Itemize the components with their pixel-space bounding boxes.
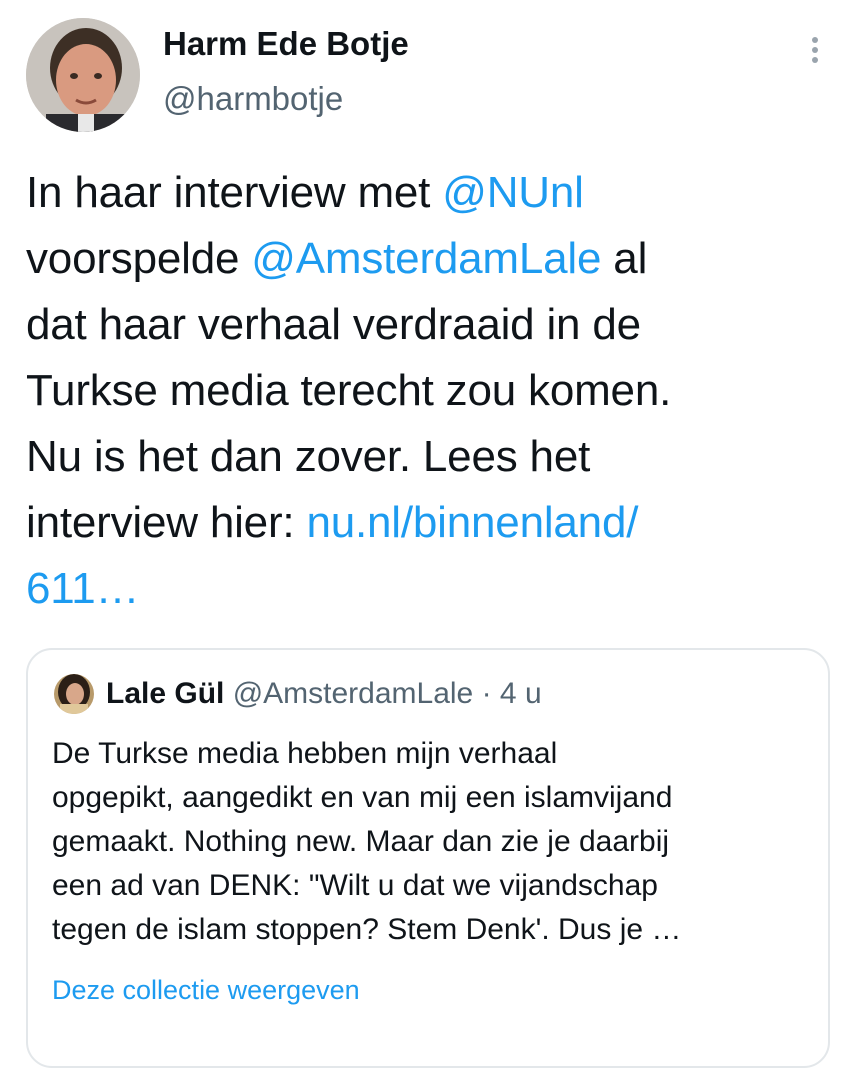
tweet-text-segment: al — [601, 234, 648, 283]
quoted-text-line: een ad van DENK: "Wilt u dat we vijandsc… — [52, 869, 658, 902]
quoted-author-name[interactable]: Lale Gül — [106, 677, 224, 710]
mention-link[interactable]: @NUnl — [442, 168, 584, 217]
tweet-text: In haar interview met @NUnl voorspelde @A… — [26, 160, 836, 622]
tweet-text-line: Nu is het dan zover. Lees het — [26, 424, 836, 490]
url-link[interactable]: 611… — [26, 564, 140, 613]
quoted-text-line: De Turkse media hebben mijn verhaal — [52, 737, 558, 770]
tweet-text-segment: Nu is het dan zover. Lees het — [26, 432, 591, 481]
tweet-text-line: voorspelde @AmsterdamLale al — [26, 226, 836, 292]
mention-link[interactable]: @AmsterdamLale — [251, 234, 601, 283]
quoted-tweet[interactable]: Lale Gül @AmsterdamLale · 4 u De Turkse … — [26, 648, 830, 1068]
quoted-text-line: gemaakt. Nothing new. Maar dan zie je da… — [52, 825, 670, 858]
tweet-text-segment: Turkse media terecht zou komen. — [26, 366, 672, 415]
author-name[interactable]: Harm Ede Botje — [163, 25, 409, 63]
quoted-text: De Turkse media hebben mijn verhaal opge… — [52, 732, 822, 952]
quoted-text-line: tegen de islam stoppen? Stem Denk'. Dus … — [52, 913, 682, 946]
quoted-author-avatar[interactable] — [54, 674, 94, 714]
author-avatar[interactable] — [26, 18, 140, 132]
tweet-text-segment: interview hier: — [26, 498, 307, 547]
author-handle[interactable]: @harmbotje — [163, 80, 343, 118]
quoted-timestamp[interactable]: 4 u — [500, 677, 542, 710]
tweet-text-line: Turkse media terecht zou komen. — [26, 358, 836, 424]
quoted-text-line: opgepikt, aangedikt en van mij een islam… — [52, 781, 673, 814]
quoted-header: Lale Gül @AmsterdamLale · 4 u — [106, 677, 542, 711]
tweet-text-line: In haar interview met @NUnl — [26, 160, 836, 226]
tweet-text-segment: In haar interview met — [26, 168, 443, 217]
tweet-text-segment: dat haar verhaal verdraaid in de — [26, 300, 641, 349]
meta-separator: · — [473, 677, 500, 710]
tweet-text-line: dat haar verhaal verdraaid in de — [26, 292, 836, 358]
more-vertical-icon[interactable] — [800, 30, 830, 70]
show-collection-link[interactable]: Deze collectie weergeven — [52, 975, 360, 1006]
tweet-text-line: interview hier: nu.nl/binnenland/ — [26, 490, 836, 556]
quoted-author-handle[interactable]: @AmsterdamLale — [233, 677, 474, 710]
url-link[interactable]: nu.nl/binnenland/ — [306, 498, 638, 547]
tweet-text-line: 611… — [26, 556, 836, 622]
tweet-text-segment: voorspelde — [26, 234, 252, 283]
